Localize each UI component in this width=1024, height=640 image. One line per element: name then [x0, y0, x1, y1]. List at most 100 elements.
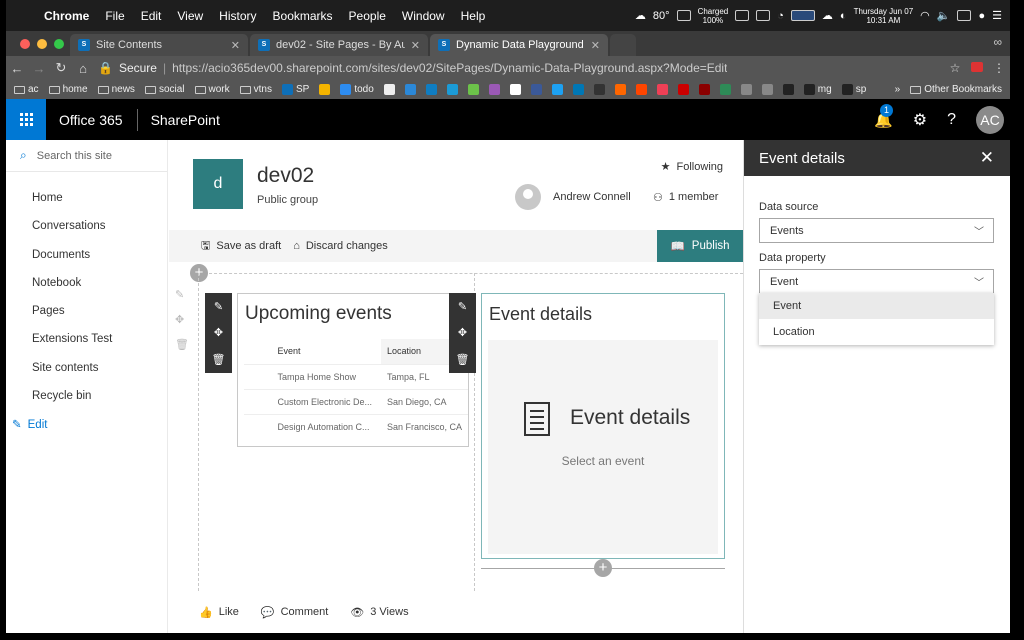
- event-details-webpart[interactable]: Event details Event details Select an ev…: [481, 293, 725, 559]
- tab-site-contents[interactable]: S Site Contents ✕: [70, 34, 248, 56]
- comment-button[interactable]: 💬 Comment: [239, 606, 328, 619]
- bookmark-favicon[interactable]: [698, 84, 710, 95]
- save-draft-button[interactable]: 🖫 Save as draft: [169, 237, 281, 256]
- bookmark-favicon[interactable]: [782, 84, 794, 95]
- close-tab-icon[interactable]: ✕: [411, 39, 420, 52]
- chevron-right-icon[interactable]: »: [895, 84, 901, 95]
- tab-site-pages[interactable]: S dev02 - Site Pages - By Author ✕: [250, 34, 428, 56]
- moon-icon[interactable]: ◐: [840, 10, 847, 22]
- bookmark-favicon[interactable]: [677, 84, 689, 95]
- office365-link[interactable]: Office 365: [46, 108, 138, 131]
- following-button[interactable]: ★ Following: [661, 160, 723, 174]
- battery-icon[interactable]: [676, 10, 691, 21]
- bookmark-drive[interactable]: [319, 84, 331, 95]
- nav-item-extensions-test[interactable]: Extensions Test: [6, 325, 167, 353]
- clock[interactable]: Thursday Jun 07 10:31 AM: [854, 7, 914, 25]
- app-launcher-button[interactable]: [6, 99, 46, 140]
- user-icon[interactable]: ●: [978, 10, 985, 22]
- calendar-icon[interactable]: [957, 10, 972, 21]
- activity-monitor-icon[interactable]: [790, 10, 815, 21]
- publish-button[interactable]: 📖 Publish: [657, 230, 743, 262]
- move-webpart-icon[interactable]: ✥: [458, 326, 467, 339]
- close-icon[interactable]: ✕: [980, 148, 1010, 168]
- gear-icon[interactable]: ⚙: [913, 110, 927, 130]
- menu-window[interactable]: Window: [394, 9, 453, 23]
- bookmark-sp2[interactable]: sp: [841, 84, 866, 95]
- bookmark-favicon[interactable]: [530, 84, 542, 95]
- move-section-icon[interactable]: ✥: [175, 313, 189, 326]
- data-source-dropdown[interactable]: Events ﹀: [759, 218, 994, 243]
- url-text[interactable]: https://acio365dev00.sharepoint.com/site…: [172, 61, 727, 75]
- edit-section-icon[interactable]: ✎: [175, 288, 189, 301]
- discard-changes-button[interactable]: ⌂ Discard changes: [281, 240, 388, 252]
- menu-file[interactable]: File: [97, 9, 132, 23]
- close-window-button[interactable]: [20, 39, 30, 49]
- delete-webpart-icon[interactable]: 🗑: [212, 353, 226, 366]
- search-input[interactable]: ⌕ Search this site: [6, 140, 167, 172]
- wifi-icon[interactable]: ◠: [920, 9, 930, 22]
- nav-item-notebook[interactable]: Notebook: [6, 269, 167, 297]
- bookmark-folder-home[interactable]: home: [48, 84, 88, 95]
- omnibox[interactable]: 🔒 Secure | https://acio365dev00.sharepoi…: [98, 58, 944, 78]
- bookmark-folder-news[interactable]: news: [97, 84, 135, 95]
- nav-edit-link[interactable]: ✎ Edit: [6, 410, 167, 438]
- back-icon[interactable]: ←: [6, 61, 28, 76]
- nav-item-site-contents[interactable]: Site contents: [6, 354, 167, 382]
- bookmark-favicon[interactable]: [635, 84, 647, 95]
- cloud-upload-icon[interactable]: ☁: [822, 9, 833, 22]
- other-bookmarks[interactable]: Other Bookmarks: [910, 84, 1002, 95]
- chrome-menu-icon[interactable]: ⋮: [988, 61, 1010, 75]
- toggle-icon[interactable]: [756, 10, 771, 21]
- bookmark-favicon[interactable]: [404, 84, 416, 95]
- bookmark-folder-social[interactable]: social: [144, 84, 185, 95]
- nav-item-documents[interactable]: Documents: [6, 241, 167, 269]
- site-logo[interactable]: d: [193, 159, 243, 209]
- edit-webpart-icon[interactable]: ✎: [458, 300, 467, 313]
- incognito-profile-icon[interactable]: ∞: [993, 35, 1002, 49]
- nav-item-conversations[interactable]: Conversations: [6, 212, 167, 240]
- move-webpart-icon[interactable]: ✥: [214, 326, 223, 339]
- extension-icon[interactable]: [966, 61, 988, 75]
- bookmark-favicon[interactable]: [761, 84, 773, 95]
- menu-people[interactable]: People: [341, 9, 394, 23]
- close-tab-icon[interactable]: ✕: [231, 39, 240, 52]
- table-row[interactable]: Custom Electronic De... San Diego, CA: [244, 388, 468, 414]
- close-tab-icon[interactable]: ✕: [591, 39, 600, 52]
- bookmark-favicon[interactable]: [593, 84, 605, 95]
- nav-item-recycle-bin[interactable]: Recycle bin: [6, 382, 167, 410]
- menu-view[interactable]: View: [169, 9, 211, 23]
- bookmark-favicon[interactable]: [740, 84, 752, 95]
- site-title[interactable]: dev02: [257, 164, 314, 188]
- sharepoint-link[interactable]: SharePoint: [138, 112, 220, 128]
- list-icon[interactable]: ☰: [992, 9, 1002, 22]
- delete-webpart-icon[interactable]: 🗑: [456, 353, 470, 366]
- members-button[interactable]: ⚇ 1 member: [653, 191, 718, 204]
- group-owner[interactable]: Andrew Connell: [515, 184, 631, 210]
- bookmark-folder-vtns[interactable]: vtns: [239, 84, 272, 95]
- bookmark-mg[interactable]: mg: [803, 84, 832, 95]
- bookmark-favicon[interactable]: [614, 84, 626, 95]
- upcoming-events-webpart[interactable]: Upcoming events Event Location Tampa Hom…: [237, 293, 469, 447]
- help-icon[interactable]: ?: [947, 111, 956, 129]
- like-button[interactable]: 👍 Like: [169, 606, 239, 619]
- bookmark-favicon[interactable]: [572, 84, 584, 95]
- table-row[interactable]: Design Automation C... San Francisco, CA: [244, 413, 468, 439]
- keyboard-icon[interactable]: [735, 10, 750, 21]
- notifications-button[interactable]: 🔔 1: [874, 103, 894, 129]
- bookmark-favicon[interactable]: [383, 84, 395, 95]
- avatar[interactable]: AC: [976, 105, 1004, 134]
- bookmark-favicon[interactable]: [551, 84, 563, 95]
- volume-icon[interactable]: 🔈: [937, 9, 951, 22]
- menu-help[interactable]: Help: [453, 9, 494, 23]
- bookmark-folder-work[interactable]: work: [194, 84, 230, 95]
- nav-item-home[interactable]: Home: [6, 184, 167, 212]
- option-location[interactable]: Location: [759, 319, 994, 345]
- bookmark-favicon[interactable]: [467, 84, 479, 95]
- menu-bookmarks[interactable]: Bookmarks: [265, 9, 341, 23]
- bookmark-favicon[interactable]: [446, 84, 458, 95]
- forward-icon[interactable]: →: [28, 61, 50, 76]
- bookmark-folder-ac[interactable]: ac: [14, 84, 39, 95]
- bookmark-favicon[interactable]: [425, 84, 437, 95]
- bookmark-favicon[interactable]: [656, 84, 668, 95]
- menu-history[interactable]: History: [211, 9, 264, 23]
